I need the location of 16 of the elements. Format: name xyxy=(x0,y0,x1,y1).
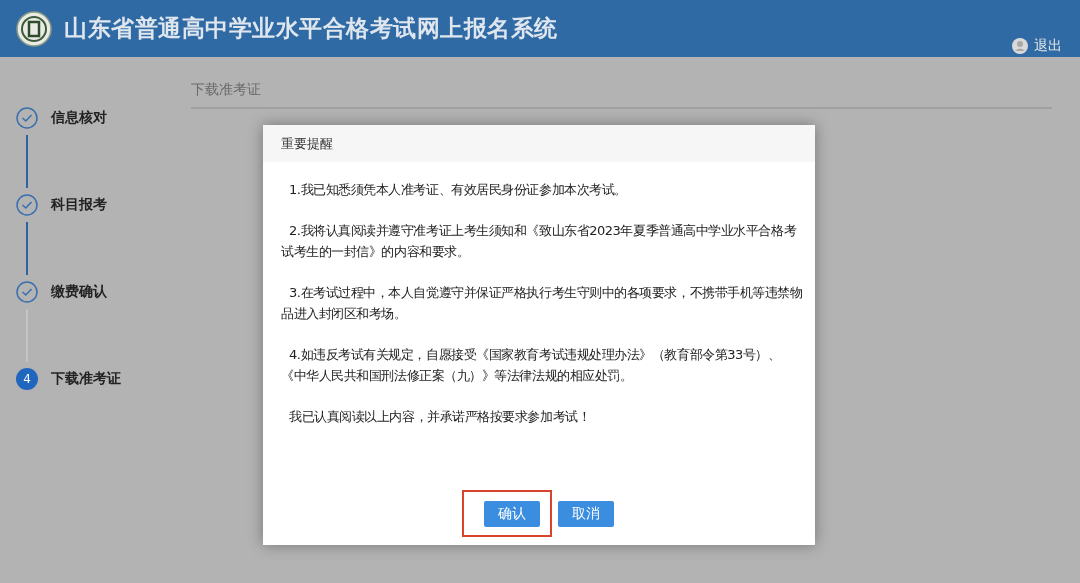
step-item[interactable]: 4 下载准考证 xyxy=(16,368,176,390)
notice-paragraph: 4.如违反考试有关规定，自愿接受《国家教育考试违规处理办法》（教育部令第33号）、《中华人民共和国刑法修正案（九）》等法律法规的相应处罚。 xyxy=(281,346,782,385)
logout-link[interactable]: 退出 xyxy=(1012,37,1062,55)
step-item[interactable]: 信息核对 xyxy=(16,107,176,129)
dialog-title: 重要提醒 xyxy=(281,134,333,153)
section-title: 下载准考证 xyxy=(191,81,1052,109)
notice-paragraph: 我已认真阅读以上内容，并承诺严格按要求参加考试！ xyxy=(288,408,592,426)
system-title: 山东省普通高中学业水平合格考试网上报名系统 xyxy=(64,14,558,43)
user-icon xyxy=(1012,38,1028,54)
notice-paragraph: 3.在考试过程中，本人自觉遵守并保证严格执行考生守则中的各项要求，不携带手机等违禁物品进入封闭区和考场。 xyxy=(281,284,803,323)
step-number: 4 xyxy=(16,368,38,390)
step-item[interactable]: 缴费确认 xyxy=(16,281,176,303)
notice-paragraph: 2.我将认真阅读并遵守准考证上考生须知和《致山东省2023年夏季普通高中学业水平合格考试考生的一封信》的内容和要求。 xyxy=(281,222,798,261)
logo-icon xyxy=(16,10,52,47)
notice-paragraph: 1.我已知悉须凭本人准考证、有效居民身份证参加本次考试。 xyxy=(288,181,628,199)
step-item[interactable]: 科目报考 xyxy=(16,194,176,216)
